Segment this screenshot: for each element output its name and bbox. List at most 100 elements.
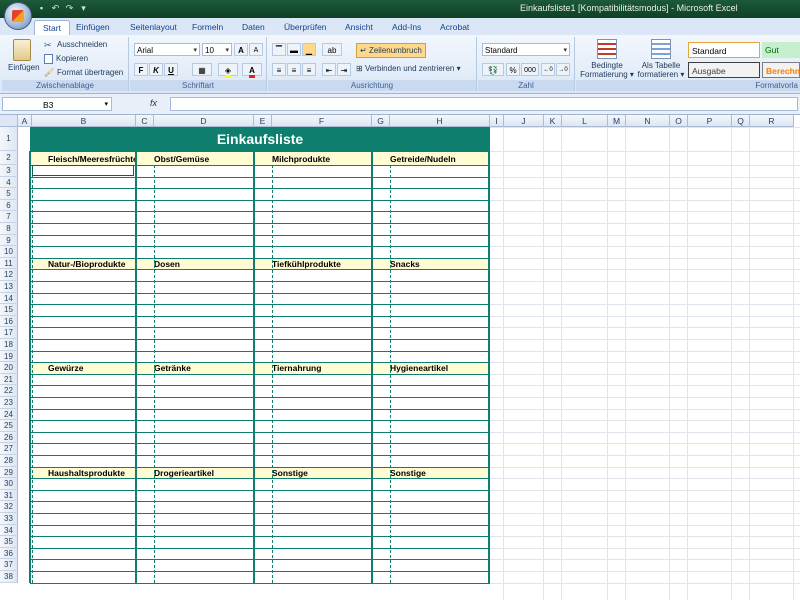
row-header-25[interactable]: 25 [0, 420, 18, 432]
row-header-34[interactable]: 34 [0, 524, 18, 537]
align-top-button[interactable]: ▔ [272, 43, 286, 56]
row-header-14[interactable]: 14 [0, 292, 18, 305]
column-header-m[interactable]: M [608, 115, 626, 127]
row-header-27[interactable]: 27 [0, 443, 18, 455]
italic-button[interactable]: K [149, 63, 163, 76]
row-header-7[interactable]: 7 [0, 211, 18, 223]
category-header[interactable]: Fleisch/Meeresfrüchte [30, 151, 136, 165]
row-header-28[interactable]: 28 [0, 455, 18, 467]
thousands-button[interactable]: 000 [521, 63, 539, 76]
align-middle-button[interactable]: ▬ [287, 43, 301, 56]
merge-center-button[interactable]: ⊞ Verbinden und zentrieren ▾ [356, 64, 461, 73]
select-all-corner[interactable] [0, 115, 18, 127]
tab-add-ins[interactable]: Add-Ins [392, 20, 421, 34]
row-header-35[interactable]: 35 [0, 536, 18, 548]
row-header-37[interactable]: 37 [0, 559, 18, 571]
column-header-g[interactable]: G [372, 115, 390, 127]
underline-button[interactable]: U [164, 63, 178, 76]
column-header-l[interactable]: L [562, 115, 608, 127]
spreadsheet-grid[interactable]: A B C D E F G H I J K L M N O P Q R 1 2 3 4 5 6 7 8 9 10 11 12 13 14 15 1… [0, 115, 800, 600]
tab-acrobat[interactable]: Acrobat [440, 20, 469, 34]
row-header-36[interactable]: 36 [0, 547, 18, 560]
column-header-j[interactable]: J [504, 115, 544, 127]
active-cell[interactable] [32, 165, 134, 176]
style-calculation[interactable]: Berechn [762, 62, 800, 78]
row-header-26[interactable]: 26 [0, 431, 18, 444]
row-header-24[interactable]: 24 [0, 408, 18, 421]
decrease-indent-button[interactable]: ⇤ [322, 63, 336, 76]
row-header-4[interactable]: 4 [0, 176, 18, 189]
tab-start[interactable]: Start [34, 20, 70, 35]
align-right-button[interactable]: ≡ [302, 63, 316, 76]
font-color-button[interactable]: A [242, 63, 262, 78]
row-header-3[interactable]: 3 [0, 165, 18, 177]
row-header-20[interactable]: 20 [0, 362, 18, 374]
cut-button[interactable]: ✂ Ausschneiden [44, 40, 107, 50]
column-header-d[interactable]: D [154, 115, 254, 127]
row-header-5[interactable]: 5 [0, 188, 18, 200]
row-header-22[interactable]: 22 [0, 385, 18, 397]
column-header-f[interactable]: F [272, 115, 372, 127]
row-header-12[interactable]: 12 [0, 269, 18, 281]
align-bottom-button[interactable]: ▁ [302, 43, 316, 56]
column-header-i[interactable]: I [490, 115, 504, 127]
column-header-h[interactable]: H [390, 115, 490, 127]
row-header-38[interactable]: 38 [0, 571, 18, 583]
grow-font-button[interactable]: A [234, 43, 248, 56]
row-header-2[interactable]: 2 [0, 151, 18, 165]
category-header[interactable]: Obst/Gemüse [136, 151, 254, 165]
tab-daten[interactable]: Daten [242, 20, 265, 34]
borders-button[interactable]: ▦ [192, 63, 212, 76]
align-center-button[interactable]: ≡ [287, 63, 301, 76]
formula-input[interactable] [170, 97, 798, 111]
row-header-19[interactable]: 19 [0, 350, 18, 363]
row-header-16[interactable]: 16 [0, 315, 18, 328]
conditional-formatting-button[interactable]: Bedingte Formatierung ▾ [578, 39, 636, 79]
category-header[interactable]: Gewürze [30, 362, 136, 374]
tab-einfügen[interactable]: Einfügen [76, 20, 110, 34]
row-header-30[interactable]: 30 [0, 478, 18, 490]
row-header-6[interactable]: 6 [0, 199, 18, 212]
format-as-table-button[interactable]: Als Tabelle formatieren ▾ [636, 39, 686, 79]
row-header-29[interactable]: 29 [0, 466, 18, 479]
font-name-select[interactable]: Arial [134, 43, 200, 57]
category-header[interactable]: Natur-/Bioprodukte [30, 257, 136, 270]
style-standard[interactable]: Standard [688, 42, 760, 58]
orientation-button[interactable]: ab [322, 43, 342, 56]
row-header-10[interactable]: 10 [0, 246, 18, 258]
customize-qat-icon[interactable]: ▾ [78, 3, 89, 14]
row-header-33[interactable]: 33 [0, 513, 18, 525]
shrink-font-button[interactable]: A [249, 43, 263, 56]
column-header-n[interactable]: N [626, 115, 670, 127]
font-size-select[interactable]: 10 [202, 43, 232, 57]
save-icon[interactable]: ▪ [36, 3, 47, 14]
function-icon[interactable]: fx [150, 98, 157, 108]
percent-button[interactable]: % [506, 63, 520, 76]
row-header-31[interactable]: 31 [0, 489, 18, 502]
row-header-1[interactable]: 1 [0, 127, 18, 151]
sheet-title[interactable]: Einkaufsliste [30, 127, 490, 151]
redo-icon[interactable]: ↷ [64, 3, 75, 14]
tab-seitenlayout[interactable]: Seitenlayout [130, 20, 177, 34]
column-header-k[interactable]: K [544, 115, 562, 127]
increase-indent-button[interactable]: ⇥ [337, 63, 351, 76]
column-header-o[interactable]: O [670, 115, 688, 127]
copy-button[interactable]: Kopieren [44, 54, 88, 64]
tab-überprüfen[interactable]: Überprüfen [284, 20, 327, 34]
category-header[interactable]: Getreide/Nudeln [372, 151, 490, 165]
row-header-8[interactable]: 8 [0, 223, 18, 235]
column-header-e[interactable]: E [254, 115, 272, 127]
row-header-23[interactable]: 23 [0, 397, 18, 409]
undo-icon[interactable]: ↶ [50, 3, 61, 14]
row-header-9[interactable]: 9 [0, 234, 18, 247]
currency-button[interactable]: 💱 [482, 63, 504, 76]
office-button[interactable] [4, 2, 32, 30]
style-output[interactable]: Ausgabe [688, 62, 760, 78]
increase-decimal-button[interactable]: ←0 [541, 63, 555, 76]
wrap-text-button[interactable]: ↵ Zeilenumbruch [356, 43, 426, 58]
format-painter-button[interactable]: 🖌 Format übertragen [44, 68, 123, 78]
row-header-15[interactable]: 15 [0, 304, 18, 316]
category-header[interactable]: Milchprodukte [254, 151, 372, 165]
paste-button[interactable]: Einfügen [8, 39, 40, 72]
column-header-b[interactable]: B [32, 115, 136, 127]
